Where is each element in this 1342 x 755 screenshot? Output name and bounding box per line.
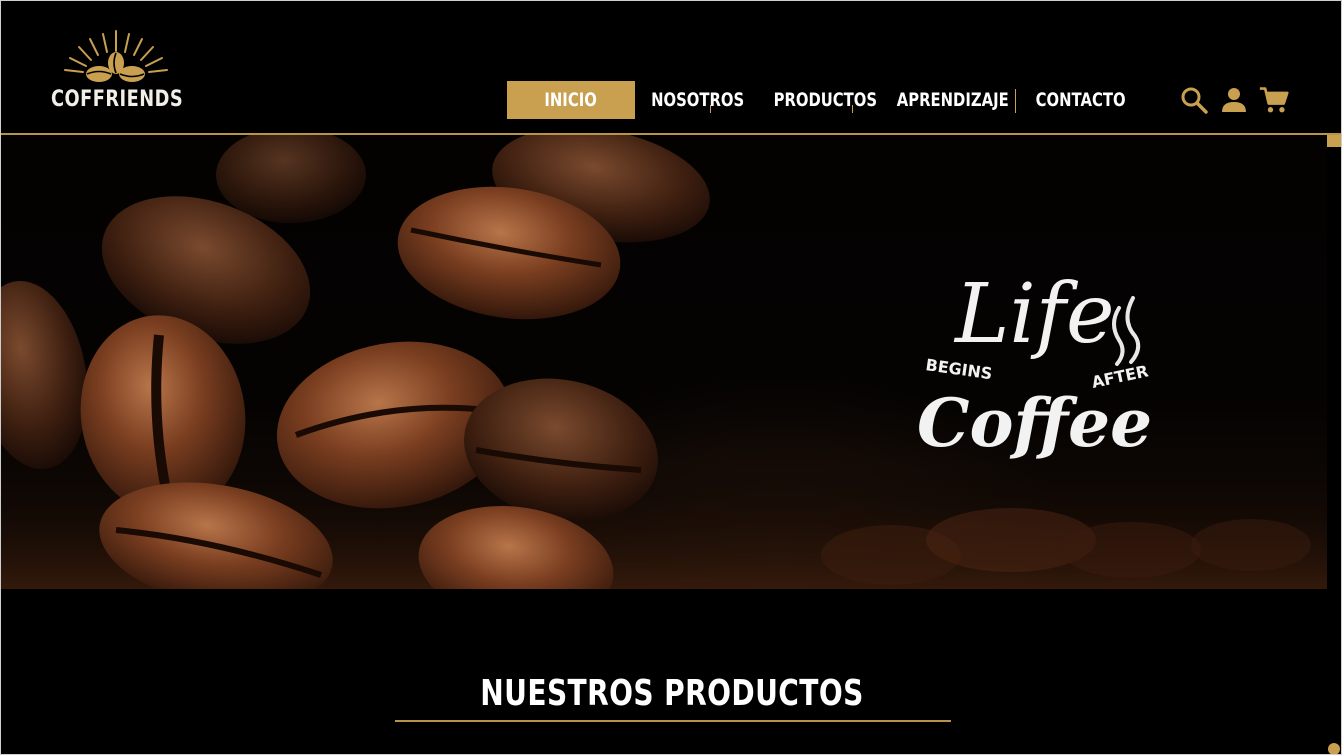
hero-banner: Life BEGINS AFTER Coffee	[1, 135, 1327, 589]
nav-item-productos[interactable]: PRODUCTOS	[771, 81, 879, 119]
nav-tick	[710, 105, 711, 113]
scroll-up-button[interactable]	[1327, 135, 1341, 147]
nav-item-aprendizaje[interactable]: APRENDIZAJE	[893, 81, 1013, 119]
nav-item-label: INICIO	[544, 89, 598, 111]
nav-item-nosotros[interactable]: NOSOTROS	[647, 81, 749, 119]
section-title: NUESTROS PRODUCTOS	[480, 673, 864, 714]
site-header: COFFRIENDS INICIO NOSOTROS PRODUCTOS APR…	[1, 1, 1341, 135]
nav-item-label: CONTACTO	[1036, 89, 1126, 111]
nav-item-label: PRODUCTOS	[773, 89, 877, 111]
hero-coffee-text: Coffee	[917, 384, 1152, 462]
nav-item-label: NOSOTROS	[651, 89, 745, 111]
scroll-to-top-button[interactable]	[1328, 743, 1340, 754]
user-icon[interactable]	[1219, 83, 1249, 117]
nav-item-inicio[interactable]: INICIO	[507, 81, 635, 119]
header-icons	[1179, 83, 1289, 117]
page-frame: COFFRIENDS INICIO NOSOTROS PRODUCTOS APR…	[0, 0, 1342, 755]
life-begins-after-coffee-graphic: Life BEGINS AFTER Coffee	[917, 267, 1152, 462]
nav-item-label: APRENDIZAJE	[897, 89, 1009, 111]
nav-tick	[852, 105, 853, 113]
nav-item-contacto[interactable]: CONTACTO	[1031, 81, 1131, 119]
section-title-underline	[395, 720, 951, 722]
search-icon[interactable]	[1179, 83, 1209, 117]
hero-life-text: Life	[953, 267, 1115, 362]
brand-name: COFFRIENDS	[51, 87, 184, 112]
nav-divider	[1015, 89, 1016, 113]
cart-icon[interactable]	[1259, 83, 1289, 117]
